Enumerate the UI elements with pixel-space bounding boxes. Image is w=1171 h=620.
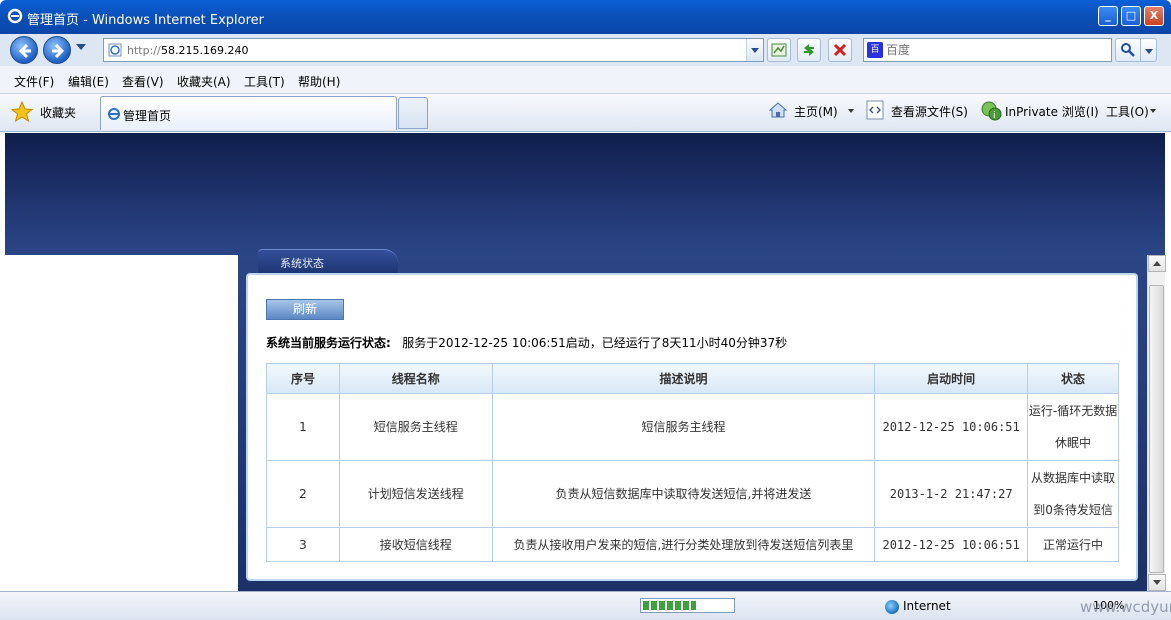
cell-status: 从数据库中读取到0条待发短信 — [1027, 460, 1119, 528]
page-load-progress — [640, 598, 735, 613]
favorites-label[interactable]: 收藏夹 — [40, 104, 76, 121]
cell-description: 负责从短信数据库中读取待发送短信,并将进发送 — [491, 460, 876, 528]
section-tab-system-status[interactable]: 系统状态 — [258, 249, 398, 273]
forward-button[interactable] — [43, 36, 71, 64]
ie-page-icon — [108, 108, 120, 120]
address-dropdown[interactable] — [746, 39, 763, 61]
inprivate-icon[interactable]: i — [980, 100, 1002, 122]
favorites-bar: 收藏夹 管理首页 主页(M) 查看源文件(S) i InPrivate 浏览(I… — [0, 94, 1171, 132]
view-source-button[interactable]: 查看源文件(S) — [891, 103, 968, 120]
menu-help[interactable]: 帮助(H) — [298, 73, 340, 90]
home-dropdown[interactable] — [848, 109, 854, 113]
section-tab-label: 系统状态 — [280, 257, 324, 270]
tab-home[interactable]: 管理首页 — [100, 96, 397, 130]
compatibility-view-icon[interactable] — [767, 38, 791, 62]
table-row: 2 计划短信发送线程 负责从短信数据库中读取待发送短信,并将进发送 2013-1… — [266, 460, 1119, 528]
favorites-star-icon[interactable] — [10, 100, 34, 124]
scroll-down-button[interactable] — [1148, 574, 1166, 591]
header-description: 描述说明 — [491, 363, 876, 394]
stop-icon[interactable] — [828, 38, 852, 62]
menu-edit[interactable]: 编辑(E) — [68, 73, 109, 90]
scroll-thumb[interactable] — [1149, 285, 1164, 573]
page-icon — [108, 43, 122, 57]
ie-logo-icon — [7, 8, 23, 24]
forward-arrow-icon — [52, 43, 65, 59]
menu-bar: 文件(F) 编辑(E) 查看(V) 收藏夹(A) 工具(T) 帮助(H) — [0, 66, 1171, 94]
view-source-icon[interactable] — [866, 100, 884, 120]
header-thread-name: 线程名称 — [338, 363, 493, 394]
watermark: www.wcdyun.org — [1080, 598, 1171, 616]
cell-status: 运行-循环无数据休眠中 — [1027, 393, 1119, 461]
service-status-text: 服务于2012-12-25 10:06:51启动，已经运行了8天11小时40分钟… — [402, 336, 788, 350]
globe-icon — [885, 599, 899, 614]
address-toolbar: http:// 58.215.169.240 / 百 — [0, 34, 1171, 66]
scroll-up-button[interactable] — [1148, 255, 1166, 272]
header-index: 序号 — [266, 363, 340, 394]
minimize-button[interactable]: _ — [1098, 6, 1118, 26]
cell-start-time: 2012-12-25 10:06:51 — [874, 527, 1029, 562]
back-arrow-icon — [18, 43, 31, 59]
home-button[interactable]: 主页(M) — [794, 103, 838, 120]
maximize-button[interactable]: □ — [1121, 6, 1141, 26]
header-status: 状态 — [1027, 363, 1119, 394]
refresh-icon[interactable] — [797, 38, 821, 62]
table-row: 1 短信服务主线程 短信服务主线程 2012-12-25 10:06:51 运行… — [266, 393, 1119, 461]
baidu-icon: 百 — [867, 42, 883, 58]
table-row: 3 接收短信线程 负责从接收用户发来的短信,进行分类处理放到待发送短信列表里 2… — [266, 527, 1119, 562]
cell-thread-name: 计划短信发送线程 — [338, 460, 493, 528]
zone-label: Internet — [903, 599, 951, 613]
tab-label: 管理首页 — [123, 109, 172, 123]
home-icon[interactable] — [768, 100, 788, 120]
menu-tools[interactable]: 工具(T) — [244, 73, 285, 90]
search-button[interactable] — [1115, 38, 1141, 62]
table-header-row: 序号 线程名称 描述说明 启动时间 状态 — [266, 363, 1119, 394]
left-navigation-panel — [5, 255, 238, 591]
cell-thread-name: 接收短信线程 — [338, 527, 493, 562]
new-tab-button[interactable] — [398, 97, 428, 129]
page-banner — [5, 133, 1165, 255]
cell-index: 3 — [266, 527, 340, 562]
cell-description: 负责从接收用户发来的短信,进行分类处理放到待发送短信列表里 — [491, 527, 876, 562]
header-start-time: 启动时间 — [874, 363, 1029, 394]
tools-button[interactable]: 工具(O) — [1106, 103, 1149, 120]
system-status-panel: 刷新 系统当前服务运行状态: 服务于2012-12-25 10:06:51启动，… — [246, 273, 1138, 581]
status-bar: Internet 100% — [0, 591, 1171, 620]
cell-start-time: 2013-1-2 21:47:27 — [874, 460, 1029, 528]
page-content: 系统状态 刷新 系统当前服务运行状态: 服务于2012-12-25 10:06:… — [5, 133, 1165, 591]
cell-index: 1 — [266, 393, 340, 461]
refresh-button[interactable]: 刷新 — [266, 299, 344, 320]
tools-dropdown[interactable] — [1150, 109, 1156, 113]
vertical-scrollbar[interactable] — [1147, 255, 1166, 591]
address-field[interactable]: http:// 58.215.169.240 / — [103, 38, 764, 62]
title-bar: 管理首页 - Windows Internet Explorer _ □ X — [0, 0, 1171, 34]
url-path: / — [235, 44, 239, 57]
service-status-label: 系统当前服务运行状态: — [266, 336, 391, 350]
thread-table: 序号 线程名称 描述说明 启动时间 状态 1 短信服务主线程 短信服务主线程 2… — [266, 363, 1119, 562]
cell-index: 2 — [266, 460, 340, 528]
search-field[interactable]: 百 — [863, 38, 1112, 62]
cell-thread-name: 短信服务主线程 — [338, 393, 493, 461]
menu-file[interactable]: 文件(F) — [14, 73, 54, 90]
back-button[interactable] — [10, 36, 38, 64]
menu-favorites[interactable]: 收藏夹(A) — [177, 73, 231, 90]
progress-fill — [643, 601, 697, 610]
search-icon — [1121, 43, 1135, 57]
search-options-dropdown[interactable] — [1140, 38, 1157, 62]
svg-text:i: i — [993, 111, 996, 121]
window-title: 管理首页 - Windows Internet Explorer — [27, 13, 264, 28]
inprivate-button[interactable]: InPrivate 浏览(I) — [1005, 103, 1099, 120]
service-status-line: 系统当前服务运行状态: 服务于2012-12-25 10:06:51启动，已经运… — [266, 334, 787, 351]
security-zone[interactable]: Internet — [885, 599, 951, 614]
cell-description: 短信服务主线程 — [491, 393, 876, 461]
menu-view[interactable]: 查看(V) — [122, 73, 164, 90]
history-dropdown[interactable] — [76, 44, 86, 50]
url-protocol: http:// — [127, 44, 161, 57]
cell-start-time: 2012-12-25 10:06:51 — [874, 393, 1029, 461]
search-input[interactable] — [886, 41, 1106, 59]
cell-status: 正常运行中 — [1027, 527, 1119, 562]
close-button[interactable]: X — [1144, 6, 1164, 26]
